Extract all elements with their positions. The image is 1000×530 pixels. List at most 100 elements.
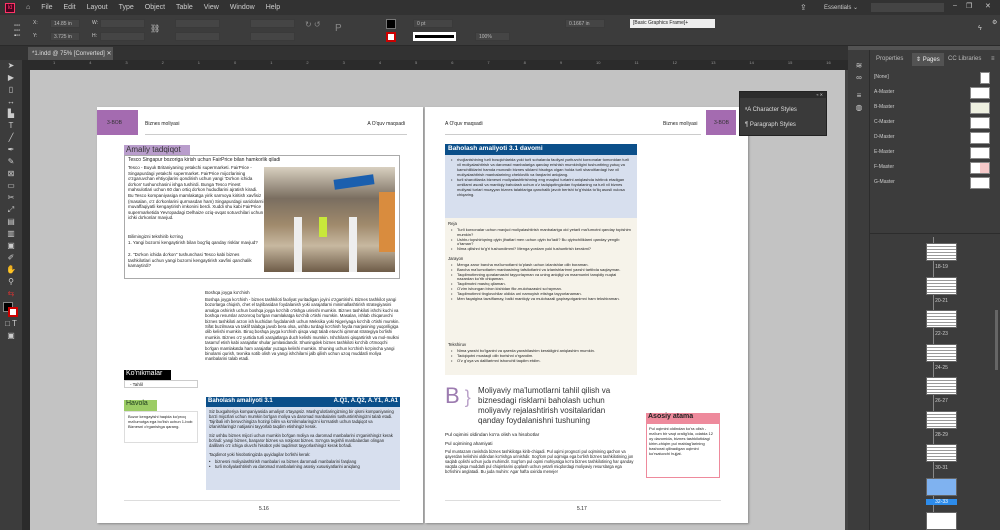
gradient-swatch-tool-icon[interactable]: ▤ (0, 216, 22, 228)
document-tab[interactable]: *1.indd @ 75% [Converted] ✕ (28, 47, 113, 60)
menu-window[interactable]: Window (230, 4, 255, 11)
h-field[interactable] (100, 32, 145, 41)
paragraph-styles-item[interactable]: ¶ Paragraph Styles (745, 122, 796, 128)
search-input[interactable] (871, 3, 944, 12)
scale-x-field[interactable] (175, 19, 220, 28)
panel-collapse-icon[interactable]: « ✕ (740, 92, 826, 98)
type-tool-icon[interactable]: T (0, 120, 22, 132)
pencil-tool-icon[interactable]: ✎ (0, 156, 22, 168)
swatches-icon[interactable]: ◍ (848, 102, 870, 114)
master-thumbnail[interactable] (970, 102, 990, 114)
content-collector-icon[interactable]: ▙ (0, 108, 22, 120)
spread-thumbnail[interactable] (926, 343, 957, 362)
panel-menu-icon[interactable]: ≡ (991, 53, 995, 66)
master-thumbnail[interactable] (970, 117, 990, 129)
default-colors-icon[interactable]: ⇆ (0, 288, 22, 300)
y-field[interactable]: 3.725 in (50, 32, 80, 41)
tab-pages[interactable]: ⇕ Pages (912, 53, 944, 66)
master-thumbnail[interactable] (970, 177, 990, 189)
rectangle-tool-icon[interactable]: ▭ (0, 180, 22, 192)
spread-label[interactable]: 24-25 (926, 365, 957, 371)
rectangle-frame-tool-icon[interactable]: ⊠ (0, 168, 22, 180)
rotate-field[interactable] (250, 19, 295, 28)
master-thumbnail[interactable] (980, 72, 990, 84)
line-tool-icon[interactable]: ╱ (0, 132, 22, 144)
gap-tool-icon[interactable]: ↔ (0, 96, 22, 108)
reference-point-icon[interactable]: ▫▫▫ ▫▫▫ ▪▫▫ (14, 23, 28, 39)
w-field[interactable] (100, 19, 145, 28)
horizontal-ruler[interactable]: 1 4 3 2 1 0 1 2 3 4 5 6 7 8 9 10 11 12 13 14 15 16 (30, 60, 848, 70)
spread-thumbnail[interactable] (926, 243, 957, 261)
menu-file[interactable]: File (41, 4, 52, 11)
close-tab-icon[interactable]: ✕ (106, 51, 111, 57)
paragraph-icon[interactable]: P (335, 23, 342, 34)
menu-type[interactable]: Type (119, 4, 134, 11)
constrain-link-icon[interactable]: ⛓ (150, 24, 160, 33)
x-field[interactable]: 14.85 in (50, 19, 80, 28)
pages-scrollbar[interactable] (995, 310, 998, 370)
menu-table[interactable]: Table (176, 4, 193, 11)
pen-tool-icon[interactable]: ✒ (0, 144, 22, 156)
home-icon[interactable]: ⌂ (26, 4, 30, 11)
fill-stroke-swatches[interactable] (0, 300, 22, 318)
menu-object[interactable]: Object (145, 4, 165, 11)
spread-label[interactable]: 30-31 (926, 465, 957, 471)
master-thumbnail[interactable] (970, 147, 990, 159)
right-page[interactable]: A O'quv maqsadi Biznes moliyasi 3-BOB Ba… (425, 107, 748, 523)
selection-tool-icon[interactable]: ➤ (0, 60, 22, 72)
stroke-swatch[interactable] (386, 32, 396, 42)
stroke-weight-field[interactable]: 0 pt (413, 19, 453, 28)
spread-thumbnail[interactable] (926, 276, 957, 295)
note-tool-icon[interactable]: ▣ (0, 240, 22, 252)
spread-label[interactable]: 32-33 (926, 498, 957, 505)
character-styles-item[interactable]: ᵃA Character Styles (745, 107, 797, 113)
settings-icon[interactable]: ⚙ (992, 19, 997, 26)
offset-field[interactable]: 0.1667 in (565, 19, 605, 28)
zoom-tool-icon[interactable]: ⚲ (0, 276, 22, 288)
lightning-icon[interactable]: ϟ (978, 25, 982, 32)
spread-label[interactable]: 18-19 (926, 264, 957, 270)
menu-help[interactable]: Help (266, 4, 280, 11)
free-transform-tool-icon[interactable]: ⤢ (0, 204, 22, 216)
opacity-field[interactable]: 100% (475, 32, 510, 41)
menu-edit[interactable]: Edit (64, 4, 76, 11)
eyedropper-tool-icon[interactable]: ✐ (0, 252, 22, 264)
menu-layout[interactable]: Layout (87, 4, 108, 11)
restore-button[interactable]: ❐ (966, 2, 972, 10)
spread-thumbnail[interactable] (926, 444, 957, 462)
rotate-icon[interactable]: ↻ ↺ (305, 20, 321, 29)
master-page-item[interactable]: A-Master (874, 89, 894, 95)
spread-label[interactable]: 28-29 (926, 432, 957, 438)
scale-y-field[interactable] (175, 32, 220, 41)
object-style-select[interactable]: [Basic Graphics Frame]+ (630, 19, 715, 28)
master-thumbnail[interactable] (970, 87, 990, 99)
fill-swatch[interactable] (386, 19, 396, 29)
spread-label[interactable]: 22-23 (926, 331, 957, 337)
stroke-type-select[interactable] (413, 32, 456, 41)
spread-thumbnail[interactable] (926, 410, 957, 429)
master-page-item[interactable]: E-Master (874, 149, 894, 155)
close-button[interactable]: ✕ (985, 2, 991, 10)
minimize-button[interactable]: – (953, 2, 957, 9)
workspace-switcher[interactable]: Essentials ⌄ (824, 4, 858, 11)
master-page-item[interactable]: [None] (874, 74, 889, 80)
panel-divider[interactable] (870, 233, 1000, 234)
master-thumbnail[interactable] (970, 162, 990, 174)
hand-tool-icon[interactable]: ✋ (0, 264, 22, 276)
links-icon[interactable]: ∞ (848, 72, 870, 84)
tab-properties[interactable]: Properties (876, 53, 903, 66)
master-page-item[interactable]: F-Master (874, 164, 894, 170)
direct-selection-tool-icon[interactable]: ▶ (0, 72, 22, 84)
gradient-feather-tool-icon[interactable]: ▥ (0, 228, 22, 240)
screen-mode-icon[interactable]: ▣ (0, 330, 22, 342)
scissors-tool-icon[interactable]: ✂ (0, 192, 22, 204)
master-page-item[interactable]: B-Master (874, 104, 894, 110)
spread-thumbnail[interactable] (926, 310, 957, 328)
tab-cc-libraries[interactable]: CC Libraries (948, 53, 981, 66)
left-page[interactable]: 3-BOB Biznes moliyasi A O'quv maqsadi Am… (97, 107, 423, 523)
master-page-item[interactable]: C-Master (874, 119, 895, 125)
page-tool-icon[interactable]: ▯ (0, 84, 22, 96)
spread-thumbnail[interactable] (926, 377, 957, 395)
spread-label[interactable]: 20-21 (926, 298, 957, 304)
formatting-affects-container-icon[interactable]: □ T (0, 318, 22, 330)
